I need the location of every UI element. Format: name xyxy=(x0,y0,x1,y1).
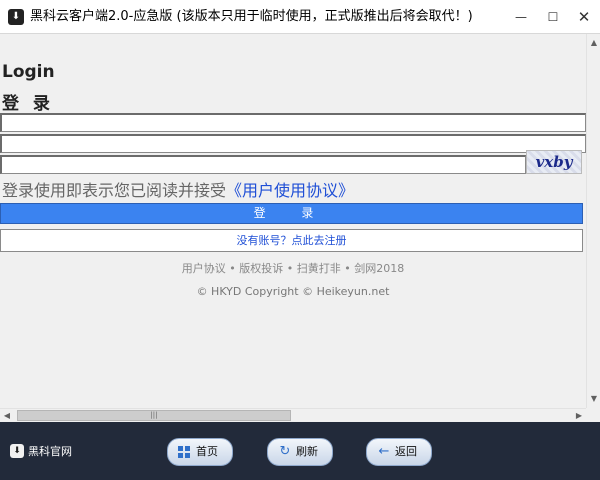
home-button-label: 首页 xyxy=(196,445,218,458)
scroll-down-icon[interactable]: ▼ xyxy=(587,394,600,403)
title-bar: ⬇ 黑科云客户端2.0-应急版 (该版本只用于临时使用，正式版推出后将会取代！)… xyxy=(0,0,600,34)
horizontal-scroll-thumb[interactable]: ||| xyxy=(17,410,291,421)
brand-icon: ⬇ xyxy=(10,444,24,458)
back-button[interactable]: ← 返回 xyxy=(366,438,432,466)
login-heading-en: Login xyxy=(2,62,55,82)
agreement-notice: 登录使用即表示您已阅读并接受《用户使用协议》 xyxy=(2,177,354,201)
agreement-text: 登录使用即表示您已阅读并接受 xyxy=(2,181,227,200)
refresh-icon: ↻ xyxy=(279,444,291,459)
home-button[interactable]: 首页 xyxy=(167,438,233,466)
minimize-button[interactable]: — xyxy=(505,0,537,34)
window-title: 黑科云客户端2.0-应急版 (该版本只用于临时使用，正式版推出后将会取代！) xyxy=(30,9,473,24)
close-button[interactable]: ✕ xyxy=(568,0,600,34)
agreement-link[interactable]: 《用户使用协议》 xyxy=(226,181,354,200)
login-heading-cn: 登 录 xyxy=(2,94,54,114)
login-button[interactable]: 登 录 xyxy=(0,203,583,224)
scroll-right-icon[interactable]: ▶ xyxy=(572,409,586,423)
register-link[interactable]: 没有账号？点此去注册 xyxy=(0,229,583,252)
username-input[interactable] xyxy=(0,113,586,132)
home-grid-icon xyxy=(178,446,190,458)
horizontal-scrollbar[interactable]: ◀ ||| ▶ xyxy=(0,408,586,422)
captcha-input[interactable] xyxy=(0,155,526,174)
back-arrow-icon: ← xyxy=(378,444,390,459)
captcha-image[interactable]: vxby xyxy=(526,150,582,174)
brand-link[interactable]: 黑科官网 xyxy=(28,443,72,459)
scroll-left-icon[interactable]: ◀ xyxy=(0,409,14,423)
back-button-label: 返回 xyxy=(395,445,417,458)
footer-links: 用户协议 • 版权投诉 • 扫黄打非 • 剑网2018 xyxy=(181,262,405,275)
vertical-scrollbar[interactable]: ▲ ▼ xyxy=(586,34,600,408)
app-icon: ⬇ xyxy=(8,9,24,25)
web-content: Login 登 录 vxby 登录使用即表示您已阅读并接受《用户使用协议》 登 … xyxy=(0,34,586,408)
copyright-text: © HKYD Copyright © Heikeyun.net xyxy=(196,285,390,298)
bottom-toolbar: ⬇ 黑科官网 首页 ↻ 刷新 ← 返回 xyxy=(0,422,600,480)
refresh-button[interactable]: ↻ 刷新 xyxy=(267,438,333,466)
password-input[interactable] xyxy=(0,134,586,153)
refresh-button-label: 刷新 xyxy=(296,445,318,458)
maximize-button[interactable]: ☐ xyxy=(537,0,569,34)
scroll-corner xyxy=(586,408,600,422)
scroll-up-icon[interactable]: ▲ xyxy=(587,38,600,47)
